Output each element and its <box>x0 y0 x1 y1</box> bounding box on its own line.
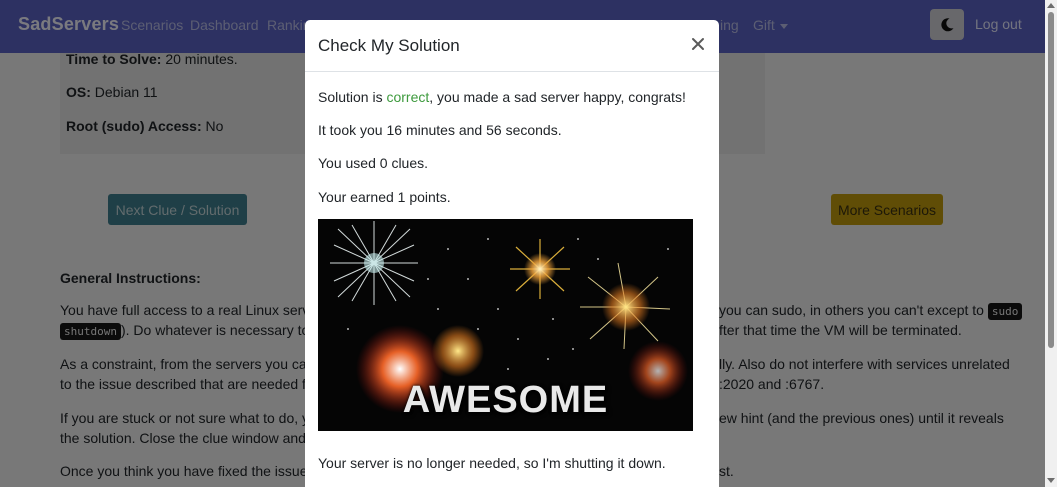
fireworks-image: AWESOME <box>318 219 693 431</box>
correct-label: correct <box>386 89 430 105</box>
modal-header: Check My Solution <box>305 20 719 72</box>
time-taken: It took you 16 minutes and 56 seconds. <box>318 122 562 138</box>
solution-status: Solution is correct, you made a sad serv… <box>318 89 686 105</box>
page-scrollbar[interactable] <box>1045 0 1057 487</box>
points-earned: Your earned 1 points. <box>318 189 451 205</box>
awesome-caption: AWESOME <box>402 379 609 421</box>
modal-title: Check My Solution <box>318 36 460 55</box>
check-solution-modal: Check My Solution Solution is correct, y… <box>305 20 719 487</box>
close-icon[interactable] <box>691 37 705 51</box>
scroll-up-icon[interactable] <box>1047 3 1055 8</box>
shutdown-notice: Your server is no longer needed, so I'm … <box>318 455 666 471</box>
clues-used: You used 0 clues. <box>318 155 429 171</box>
scroll-down-icon[interactable] <box>1047 478 1055 483</box>
scrollbar-thumb[interactable] <box>1048 12 1054 348</box>
